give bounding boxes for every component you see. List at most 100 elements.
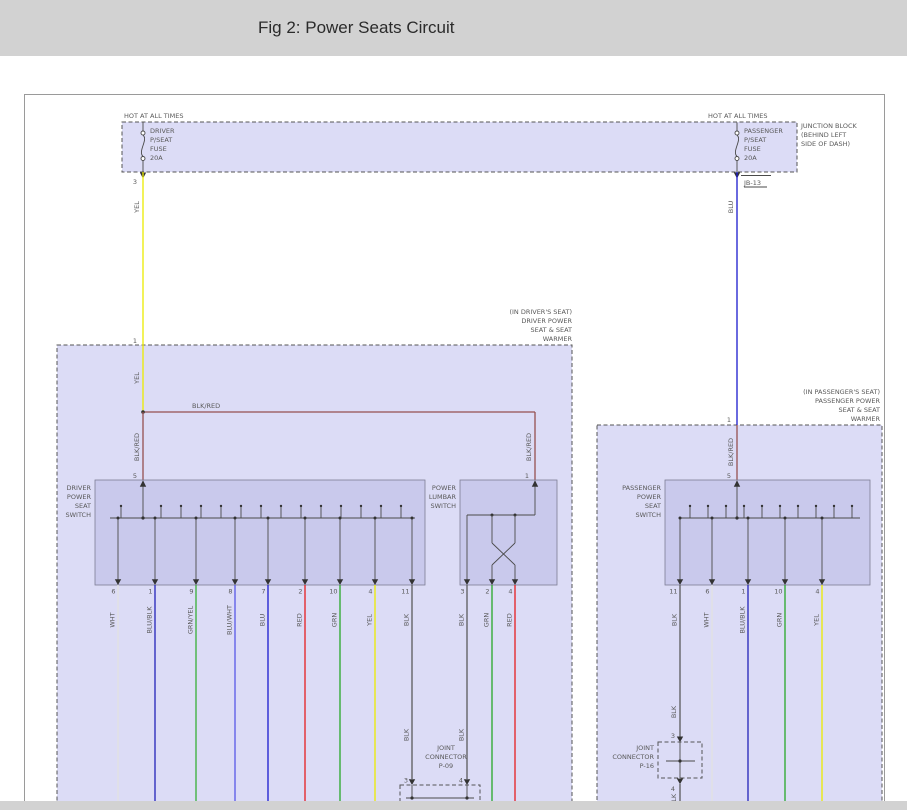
entry-pin-number: 1 xyxy=(133,337,137,345)
svg-text:POWER: POWER xyxy=(637,493,662,501)
svg-text:WARMER: WARMER xyxy=(851,415,881,423)
pin-number: 1 xyxy=(741,588,745,596)
svg-text:DRIVER: DRIVER xyxy=(66,484,91,492)
svg-text:FUSE: FUSE xyxy=(150,145,167,153)
wire-color-label: BLK xyxy=(670,705,678,718)
driver-power-seat-switch: DRIVER POWER SEAT SWITCH xyxy=(66,480,426,585)
pin-number: 10 xyxy=(329,588,337,596)
wire-color-label: BLK/RED xyxy=(192,402,220,410)
pin-number: 6 xyxy=(705,588,709,596)
pin-number: 11 xyxy=(401,588,409,596)
wire-color-label: BLK/RED xyxy=(727,438,735,466)
wire-color-label: RED xyxy=(296,613,304,627)
svg-text:SWITCH: SWITCH xyxy=(636,511,662,519)
pin-number: 6 xyxy=(111,588,115,596)
wire-color-label: YEL xyxy=(133,372,141,385)
wire-color-label: GRN/YEL xyxy=(187,605,195,634)
svg-text:P-09: P-09 xyxy=(439,762,453,770)
svg-text:LUMBAR: LUMBAR xyxy=(429,493,457,501)
pin-number: 4 xyxy=(368,588,372,596)
wire-color-label: BLK xyxy=(458,613,466,626)
wire-color-label: BLK/RED xyxy=(133,433,141,461)
entry-pin-number: 1 xyxy=(727,416,731,424)
wire-color-label: BLU xyxy=(727,201,735,214)
pin-number: 8 xyxy=(228,588,232,596)
svg-text:JOINT: JOINT xyxy=(436,744,455,752)
junction-block: HOT AT ALL TIMES HOT AT ALL TIMES JUNCTI… xyxy=(122,112,858,172)
wire-color-label: GRN xyxy=(331,613,339,628)
passenger-feed-wire: JB-13 BLU 1 xyxy=(727,172,771,425)
svg-text:SIDE OF DASH): SIDE OF DASH) xyxy=(801,140,850,148)
svg-text:SWITCH: SWITCH xyxy=(66,511,92,519)
wire-color-label: WHT xyxy=(703,612,711,627)
driver-seat-caption: (IN DRIVER'S SEAT) xyxy=(509,308,572,316)
pin-number: 2 xyxy=(485,588,489,596)
jb13-label: JB-13 xyxy=(743,179,761,187)
hot-at-all-times-right: HOT AT ALL TIMES xyxy=(708,112,768,120)
svg-text:SEAT: SEAT xyxy=(645,502,661,510)
svg-text:SEAT: SEAT xyxy=(75,502,91,510)
wire-color-label: BLU/BLK xyxy=(146,606,154,634)
pin-number: 4 xyxy=(815,588,819,596)
svg-text:PASSENGER: PASSENGER xyxy=(744,127,783,135)
svg-text:P/SEAT: P/SEAT xyxy=(744,136,766,144)
pin-number: 4 xyxy=(508,588,512,596)
pin-number: 3 xyxy=(460,588,464,596)
driver-feed-wire: 3 YEL 1 xyxy=(133,172,146,345)
passenger-seat-caption: (IN PASSENGER'S SEAT) xyxy=(803,388,880,396)
diagram-frame: (IN DRIVER'S SEAT) DRIVER POWER SEAT & S… xyxy=(24,94,885,810)
pin-number: 9 xyxy=(189,588,193,596)
wire-color-label: YEL xyxy=(133,201,141,214)
wire-color-label: BLU xyxy=(259,614,267,627)
svg-text:JOINT: JOINT xyxy=(635,744,654,752)
wire-color-label: BLU/WHT xyxy=(226,605,234,635)
svg-text:PASSENGER: PASSENGER xyxy=(622,484,661,492)
wire-color-label: BLU/BLK xyxy=(739,606,747,634)
svg-text:20A: 20A xyxy=(150,154,163,162)
wire-color-label: YEL xyxy=(366,614,374,627)
switch-pin-number: 5 xyxy=(727,472,731,480)
switch-pin-number: 5 xyxy=(133,472,137,480)
pin-number: 4 xyxy=(671,785,675,793)
wire-color-label: BLK/RED xyxy=(525,433,533,461)
svg-text:CONNECTOR: CONNECTOR xyxy=(612,753,654,761)
svg-text:POWER: POWER xyxy=(432,484,457,492)
bottom-page-band xyxy=(0,801,907,810)
wire-color-label: BLK xyxy=(403,728,411,741)
svg-text:DRIVER: DRIVER xyxy=(150,127,175,135)
figure-title-bar: Fig 2: Power Seats Circuit xyxy=(0,0,907,56)
wire-color-label: GRN xyxy=(483,613,491,628)
pin-number: 2 xyxy=(298,588,302,596)
svg-text:POWER: POWER xyxy=(67,493,92,501)
wire-color-label: WHT xyxy=(109,612,117,627)
svg-text:SEAT & SEAT: SEAT & SEAT xyxy=(531,326,573,334)
junction-block-label: JUNCTION BLOCK xyxy=(800,122,858,130)
svg-text:P/SEAT: P/SEAT xyxy=(150,136,172,144)
wire-color-label: RED xyxy=(506,613,514,627)
pin-number: 3 xyxy=(404,777,408,785)
svg-text:CONNECTOR: CONNECTOR xyxy=(425,753,467,761)
wire-color-label: BLK xyxy=(671,613,679,626)
pin-number: 7 xyxy=(261,588,265,596)
wiring-diagram: (IN DRIVER'S SEAT) DRIVER POWER SEAT & S… xyxy=(25,95,884,809)
svg-text:SWITCH: SWITCH xyxy=(431,502,457,510)
figure-title: Fig 2: Power Seats Circuit xyxy=(258,0,455,56)
svg-text:PASSENGER POWER: PASSENGER POWER xyxy=(815,397,880,405)
wire-color-label: GRN xyxy=(776,613,784,628)
switch-pin-number: 1 xyxy=(525,472,529,480)
svg-text:DRIVER POWER: DRIVER POWER xyxy=(521,317,572,325)
svg-text:(BEHIND LEFT: (BEHIND LEFT xyxy=(801,131,846,139)
pin-number: 4 xyxy=(459,777,463,785)
svg-text:20A: 20A xyxy=(744,154,757,162)
svg-text:SEAT & SEAT: SEAT & SEAT xyxy=(839,406,881,414)
svg-text:WARMER: WARMER xyxy=(543,335,573,343)
wire-color-label: YEL xyxy=(813,614,821,627)
wire-color-label: BLK xyxy=(403,613,411,626)
svg-text:P-16: P-16 xyxy=(640,762,654,770)
pin-number: 3 xyxy=(671,732,675,740)
pin-number: 1 xyxy=(148,588,152,596)
wire-color-label: BLK xyxy=(458,728,466,741)
pin-number: 11 xyxy=(669,588,677,596)
svg-text:FUSE: FUSE xyxy=(744,145,761,153)
pin-number: 10 xyxy=(774,588,782,596)
